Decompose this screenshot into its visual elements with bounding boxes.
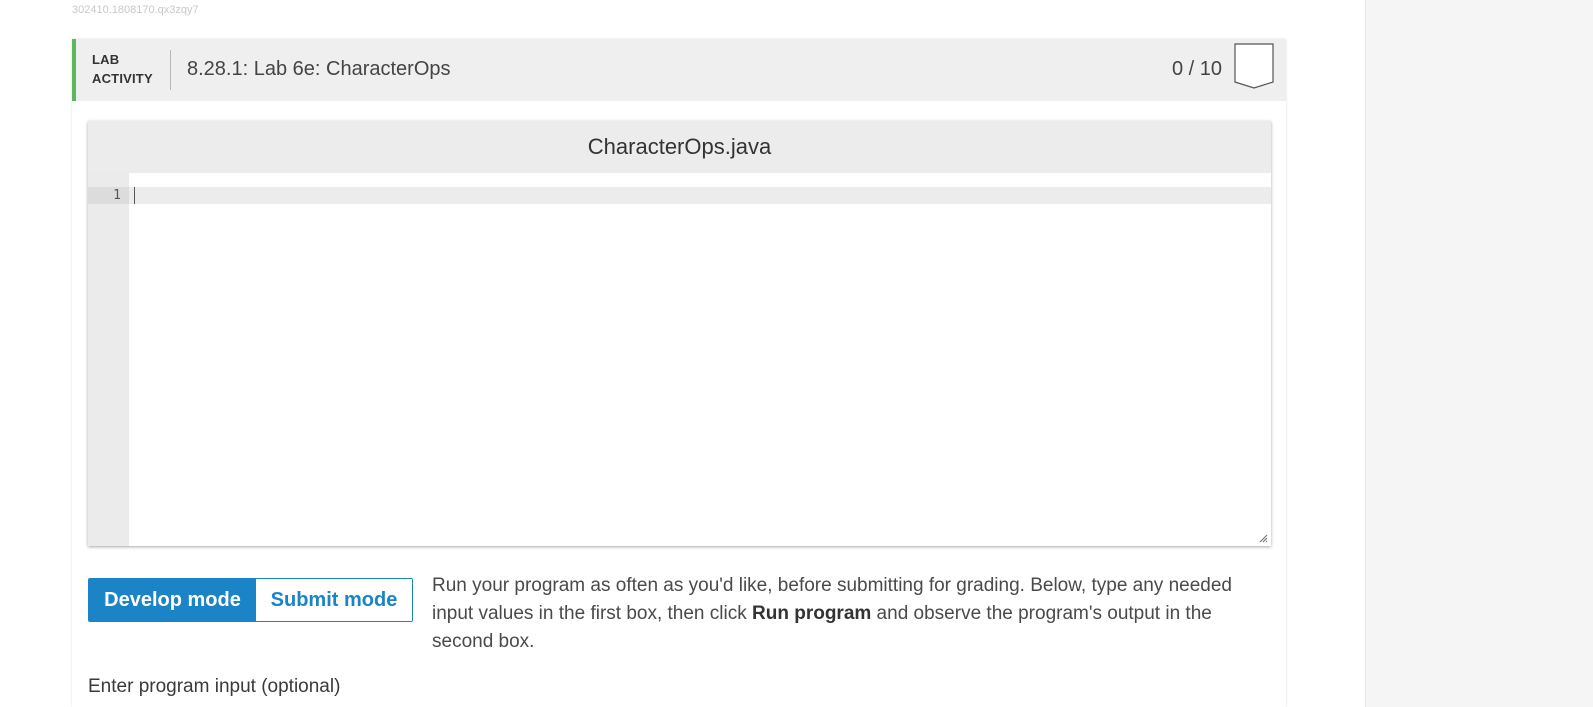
text-caret: [134, 187, 135, 204]
resize-handle-icon[interactable]: [1258, 533, 1268, 543]
mode-instructions: Run your program as often as you'd like,…: [432, 572, 1262, 656]
lab-activity-tag: LAB ACTIVITY: [92, 50, 153, 88]
run-program-emphasis: Run program: [752, 603, 872, 624]
tag-line-2: ACTIVITY: [92, 71, 153, 86]
code-input-area[interactable]: [129, 173, 1271, 546]
line-number-gutter: 1: [88, 173, 129, 546]
page: 302410.1808170.qx3zqy7 LAB ACTIVITY 8.28…: [0, 0, 1593, 707]
code-editor: CharacterOps.java 1: [88, 121, 1271, 546]
line-number: 1: [88, 187, 129, 204]
mode-toggle: Develop mode Submit mode: [88, 578, 413, 622]
score-badge-icon: [1234, 43, 1274, 89]
activity-header: LAB ACTIVITY 8.28.1: Lab 6e: CharacterOp…: [72, 39, 1286, 101]
program-input-label: Enter program input (optional): [88, 676, 341, 697]
activity-id: 302410.1808170.qx3zqy7: [72, 4, 199, 16]
right-side-panel: [1365, 0, 1593, 707]
activity-title: 8.28.1: Lab 6e: CharacterOps: [187, 58, 451, 80]
editor-filename: CharacterOps.java: [88, 121, 1271, 173]
submit-mode-button[interactable]: Submit mode: [256, 579, 412, 621]
active-line-highlight: [129, 187, 1271, 204]
editor-body[interactable]: 1: [88, 173, 1271, 546]
header-divider: [170, 50, 171, 90]
tag-line-1: LAB: [92, 52, 120, 67]
develop-mode-button[interactable]: Develop mode: [89, 579, 256, 621]
lab-activity-card: LAB ACTIVITY 8.28.1: Lab 6e: CharacterOp…: [72, 39, 1286, 707]
score-label: 0 / 10: [1171, 58, 1222, 80]
